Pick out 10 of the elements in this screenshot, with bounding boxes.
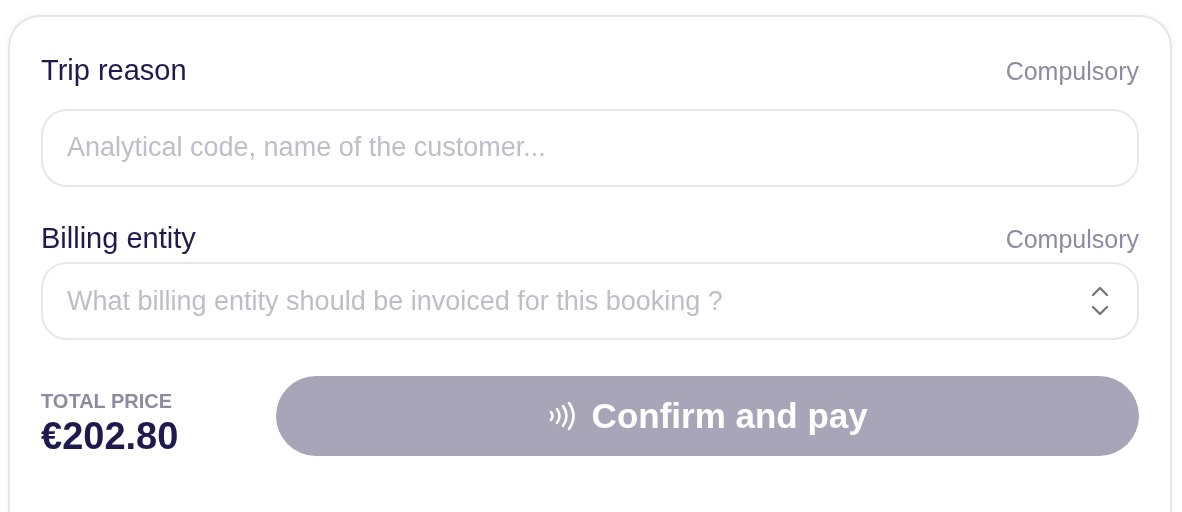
contactless-icon [547, 400, 576, 431]
trip-reason-field[interactable]: Analytical code, name of the customer... [41, 108, 1139, 187]
billing-entity-select[interactable]: What billing entity should be invoiced for this booking ? [41, 262, 1139, 340]
chevron-up-down-icon [1091, 285, 1109, 317]
total-price: €202.80 [41, 416, 179, 458]
field-label: Trip reason [41, 53, 187, 88]
field-label: Billing entity [41, 220, 196, 256]
compulsory-note: Compulsory [1005, 56, 1139, 87]
total-price-label: TOTAL PRICE [41, 389, 174, 414]
compulsory-note: Compulsory [1005, 223, 1139, 255]
